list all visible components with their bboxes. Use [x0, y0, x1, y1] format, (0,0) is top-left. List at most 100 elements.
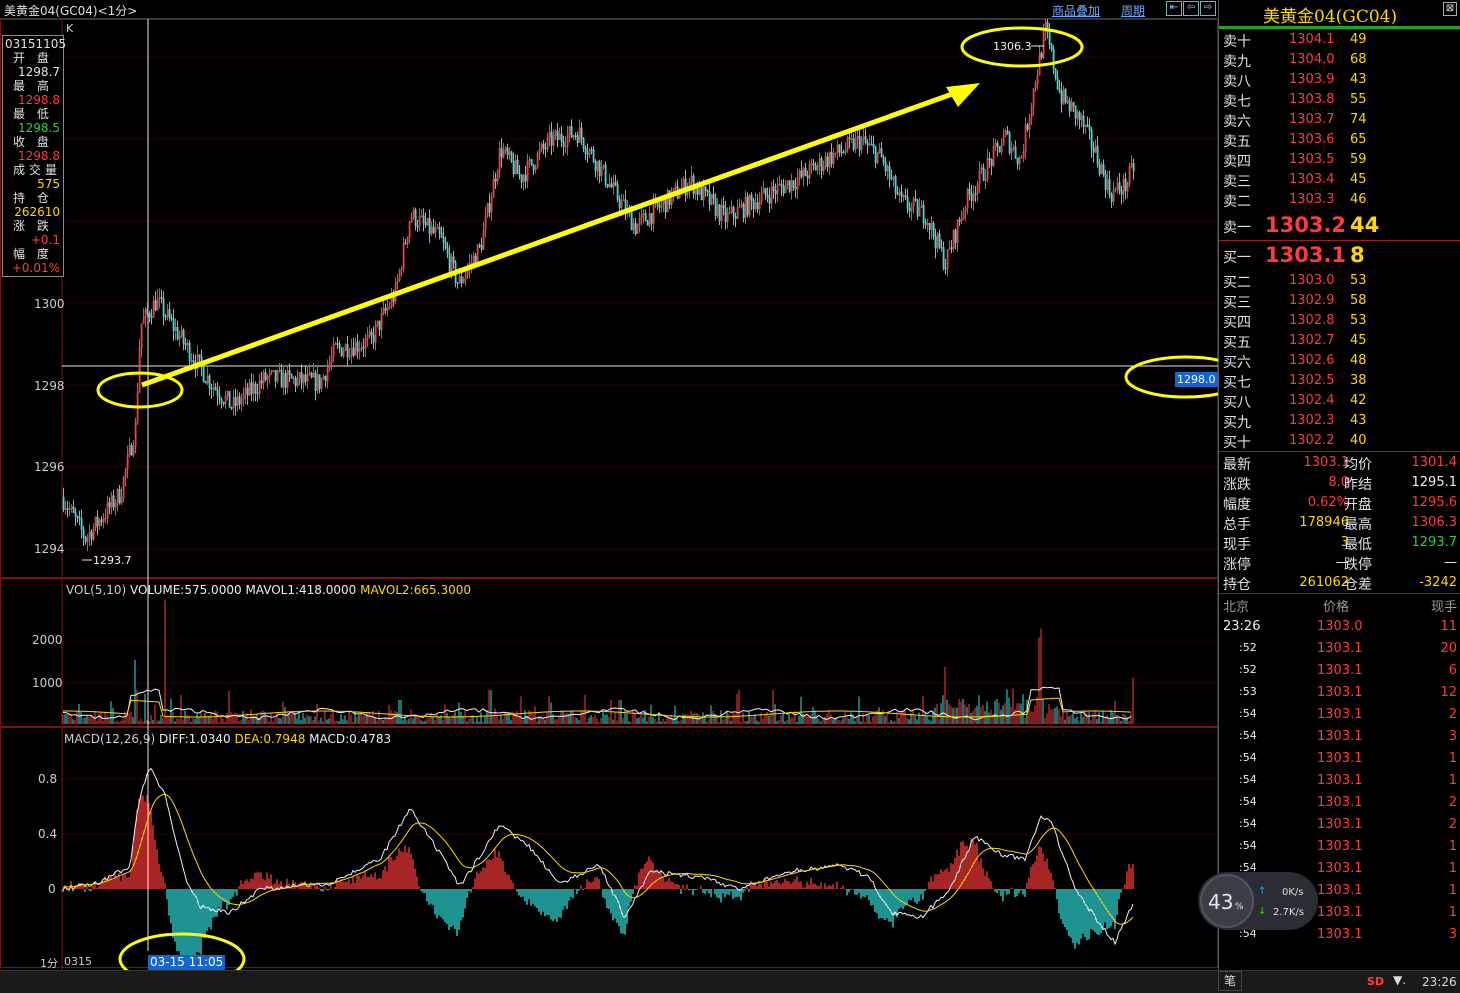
candle-body [440, 232, 443, 238]
signal-icon: ▼. [1393, 973, 1407, 987]
candle-body [774, 190, 777, 195]
stat-value: -3242 [1419, 575, 1457, 590]
candle-body [168, 309, 171, 319]
nav-prev-icon[interactable]: ⇦ [1183, 1, 1199, 16]
candle-body [916, 199, 919, 217]
candle-body [800, 170, 803, 177]
candle-body [208, 375, 211, 389]
candle-body [254, 383, 257, 394]
ask-price: 1303.5 [1289, 152, 1335, 167]
candle-body [550, 131, 553, 146]
candle-body [858, 135, 861, 151]
tick-price: 1303.1 [1317, 861, 1363, 876]
candle-body [218, 395, 221, 400]
info-value: +0.1 [30, 233, 60, 247]
tick-volume: 1 [1448, 883, 1457, 898]
candle-body [324, 375, 327, 382]
info-value: 1298.8 [18, 149, 60, 163]
cpu-percent: 43 [1208, 890, 1234, 914]
bid-row[interactable]: 买五 1302.7 45 [1219, 331, 1460, 351]
tick-volume: 2 [1448, 795, 1457, 810]
ask-row[interactable]: 卖九 1304.0 68 [1219, 50, 1460, 70]
bid-price: 1302.6 [1289, 353, 1335, 368]
ask-row[interactable]: 卖十 1304.1 49 [1219, 30, 1460, 50]
ask-row[interactable]: 卖六 1303.7 74 [1219, 110, 1460, 130]
bar-code: 03151105 [5, 37, 67, 51]
ask1-row[interactable]: 卖一 1303.2 44 [1219, 212, 1460, 240]
period-link[interactable]: 周期 [1121, 2, 1145, 19]
quote-panel: 美黄金04(GC04) ⊠ 卖十 1304.1 49 卖九 1304.0 68 … [1218, 0, 1460, 970]
ask-row[interactable]: 卖八 1303.9 43 [1219, 70, 1460, 90]
candle-body [336, 343, 339, 345]
tick-volume: 1 [1448, 839, 1457, 854]
kline-chart[interactable] [0, 19, 1218, 970]
download-speed: 2.7K/s [1273, 907, 1305, 918]
ask-price: 1304.1 [1289, 32, 1335, 47]
tick-volume: 11 [1440, 619, 1457, 634]
ask-price: 1303.8 [1289, 92, 1335, 107]
candle-body [518, 173, 521, 176]
close-panel-icon[interactable]: ⊠ [1443, 2, 1457, 16]
candle-body [732, 206, 735, 217]
stat-label: 涨停 [1223, 557, 1251, 573]
tick-price: 1303.1 [1317, 883, 1363, 898]
candle-body [230, 407, 233, 409]
stat-value: 178946 [1299, 515, 1349, 530]
bid1-label: 买一 [1223, 250, 1251, 266]
ask-row[interactable]: 卖三 1303.4 45 [1219, 170, 1460, 190]
nav-first-icon[interactable]: ⇤ [1166, 1, 1182, 16]
candle-body [216, 389, 219, 397]
bid-row[interactable]: 买七 1302.5 38 [1219, 371, 1460, 391]
stat-row: 持仓 261062 仓差 -3242 [1219, 573, 1460, 593]
candle-body [820, 157, 823, 171]
bid-row[interactable]: 买三 1302.9 58 [1219, 291, 1460, 311]
network-speed-widget[interactable]: 43 % ↑ 0K/s ↓ 2.7K/s [1198, 872, 1318, 930]
info-value: 1298.5 [18, 121, 60, 135]
tick-row: :54 1303.1 3 [1219, 727, 1460, 747]
candle-body [66, 508, 69, 510]
candle-body [1124, 178, 1127, 192]
candle-body [704, 186, 707, 191]
bid-volume: 40 [1350, 433, 1367, 448]
mavol2-value: MAVOL2:665.3000 [360, 583, 471, 597]
candle-body [842, 151, 845, 154]
bid-row[interactable]: 买四 1302.8 53 [1219, 311, 1460, 331]
candle-body [506, 147, 509, 156]
bid1-row[interactable]: 买一 1303.1 8 [1219, 242, 1460, 270]
ask-row[interactable]: 卖二 1303.3 46 [1219, 190, 1460, 210]
bid-row[interactable]: 买二 1303.0 53 [1219, 271, 1460, 291]
candle-body [750, 194, 753, 201]
ticks-col-price: 价格 [1323, 600, 1350, 615]
candle-body [510, 151, 513, 162]
candle-body [590, 149, 593, 151]
bid-row[interactable]: 买八 1302.4 42 [1219, 391, 1460, 411]
candle-body [940, 246, 943, 249]
candle-body [100, 519, 103, 523]
candle-body [202, 366, 205, 382]
candle-body [274, 369, 277, 382]
candle-body [866, 142, 869, 145]
bid-label: 买八 [1223, 395, 1251, 411]
nav-next-icon[interactable]: ⇨ [1200, 1, 1216, 16]
tick-time: :54 [1239, 729, 1257, 742]
candle-body [932, 222, 935, 237]
bid-row[interactable]: 买六 1302.6 48 [1219, 351, 1460, 371]
ask-row[interactable]: 卖七 1303.8 55 [1219, 90, 1460, 110]
ask-label: 卖四 [1223, 154, 1251, 170]
candle-body [618, 199, 621, 208]
candle-body [556, 130, 559, 140]
overlay-commodity-link[interactable]: 商品叠加 [1052, 2, 1100, 19]
tick-tab[interactable]: 笔 [1218, 971, 1242, 991]
candle-body [164, 316, 167, 318]
ask-row[interactable]: 卖四 1303.5 59 [1219, 150, 1460, 170]
ticks-col-time: 北京 [1223, 600, 1250, 615]
ask-price: 1303.9 [1289, 72, 1335, 87]
bid-label: 买三 [1223, 295, 1251, 311]
info-label: 最 低 [13, 107, 53, 121]
candle-body [188, 342, 191, 362]
bid-row[interactable]: 买十 1302.2 40 [1219, 431, 1460, 451]
ask-row[interactable]: 卖五 1303.6 65 [1219, 130, 1460, 150]
tick-time: :54 [1239, 817, 1257, 830]
candle-body [1008, 132, 1011, 153]
bid-row[interactable]: 买九 1302.3 43 [1219, 411, 1460, 431]
